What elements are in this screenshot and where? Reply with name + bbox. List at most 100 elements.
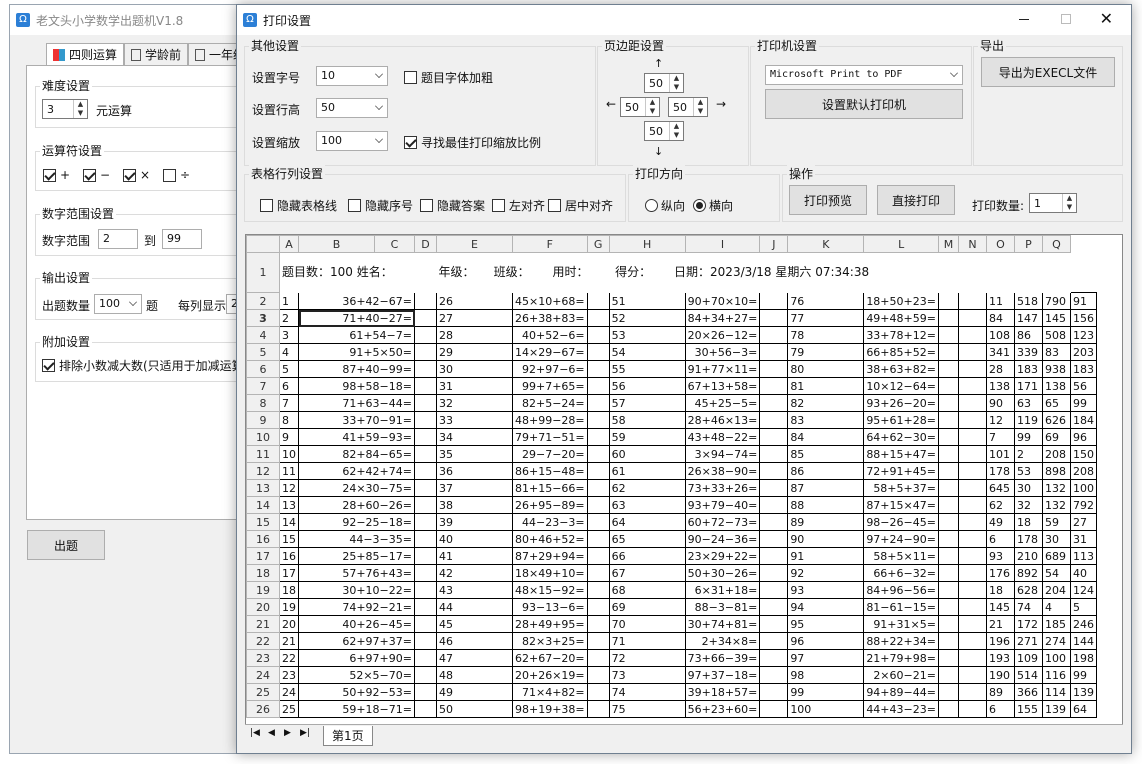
table-cell[interactable] xyxy=(957,445,987,463)
table-cell[interactable]: 91+77×11= xyxy=(684,360,761,378)
table-cell[interactable]: 208 xyxy=(1041,445,1071,463)
table-cell[interactable]: 72 xyxy=(608,649,686,667)
row-header[interactable]: 18 xyxy=(246,564,280,582)
table-cell[interactable] xyxy=(937,615,959,633)
table-cell[interactable] xyxy=(414,428,437,446)
table-cell[interactable]: 4 xyxy=(1041,598,1071,616)
table-cell[interactable] xyxy=(586,394,610,412)
table-cell[interactable] xyxy=(759,615,789,633)
table-cell[interactable]: 87+40−99= xyxy=(298,360,415,378)
table-cell[interactable] xyxy=(414,547,437,565)
table-cell[interactable]: 5 xyxy=(1069,598,1097,616)
table-cell[interactable] xyxy=(586,411,610,429)
table-cell[interactable] xyxy=(957,326,987,344)
table-cell[interactable] xyxy=(937,598,959,616)
table-cell[interactable]: 26+38+83= xyxy=(512,309,588,327)
table-cell[interactable] xyxy=(957,700,987,718)
table-cell[interactable] xyxy=(759,700,789,718)
table-cell[interactable]: 98+58−18= xyxy=(298,377,415,395)
table-cell[interactable]: 6 xyxy=(985,700,1015,718)
table-cell[interactable]: 26 xyxy=(436,292,513,310)
table-cell[interactable] xyxy=(759,479,789,497)
table-cell[interactable]: 56 xyxy=(608,377,686,395)
table-cell[interactable] xyxy=(957,411,987,429)
table-cell[interactable] xyxy=(759,649,789,667)
table-cell[interactable] xyxy=(586,632,610,650)
table-cell[interactable]: 56+23+60= xyxy=(684,700,761,718)
table-cell[interactable] xyxy=(957,343,987,361)
table-cell[interactable] xyxy=(414,479,437,497)
table-cell[interactable] xyxy=(586,343,610,361)
table-cell[interactable]: 49 xyxy=(985,513,1015,531)
print-preview-button[interactable]: 打印预览 xyxy=(789,185,867,215)
table-cell[interactable]: 12 xyxy=(985,411,1015,429)
table-cell[interactable]: 81 xyxy=(787,377,865,395)
table-cell[interactable]: 95 xyxy=(787,615,865,633)
table-cell[interactable]: 91 xyxy=(787,547,865,565)
table-cell[interactable]: 99 xyxy=(787,683,865,701)
table-cell[interactable]: 514 xyxy=(1013,666,1043,684)
table-cell[interactable]: 62 xyxy=(608,479,686,497)
table-cell[interactable]: 20 xyxy=(279,615,299,633)
table-cell[interactable]: 53 xyxy=(1013,462,1043,480)
table-cell[interactable] xyxy=(957,360,987,378)
table-cell[interactable]: 80+46+52= xyxy=(512,530,588,548)
table-cell[interactable]: 37 xyxy=(436,479,513,497)
table-cell[interactable] xyxy=(586,445,610,463)
table-cell[interactable] xyxy=(414,615,437,633)
table-cell[interactable]: 132 xyxy=(1041,479,1071,497)
column-header[interactable]: Q xyxy=(1041,235,1071,253)
table-cell[interactable]: 20+26×19= xyxy=(512,666,588,684)
table-cell[interactable]: 78 xyxy=(787,326,865,344)
row-header[interactable]: 24 xyxy=(246,666,280,684)
table-cell[interactable]: 8 xyxy=(279,411,299,429)
table-cell[interactable]: 178 xyxy=(985,462,1015,480)
table-cell[interactable]: 88+15+47= xyxy=(863,445,939,463)
table-cell[interactable]: 93 xyxy=(985,547,1015,565)
table-cell[interactable]: 101 xyxy=(985,445,1015,463)
table-cell[interactable]: 64 xyxy=(608,513,686,531)
table-cell[interactable]: 69 xyxy=(608,598,686,616)
table-cell[interactable]: 43 xyxy=(436,581,513,599)
table-cell[interactable] xyxy=(586,598,610,616)
table-cell[interactable] xyxy=(759,513,789,531)
table-cell[interactable]: 28+60−26= xyxy=(298,496,415,514)
row-header[interactable]: 14 xyxy=(246,496,280,514)
table-cell[interactable]: 54 xyxy=(1041,564,1071,582)
table-cell[interactable]: 99 xyxy=(1069,394,1097,412)
table-cell[interactable]: 98+19+38= xyxy=(512,700,588,718)
table-cell[interactable]: 48 xyxy=(436,666,513,684)
table-cell[interactable] xyxy=(586,683,610,701)
table-cell[interactable]: 73 xyxy=(608,666,686,684)
table-cell[interactable] xyxy=(759,445,789,463)
table-cell[interactable] xyxy=(759,632,789,650)
table-cell[interactable] xyxy=(759,326,789,344)
table-cell[interactable]: 98 xyxy=(787,666,865,684)
column-header[interactable]: F xyxy=(512,235,588,253)
scale-dropdown[interactable]: 100 xyxy=(316,131,388,151)
table-cell[interactable] xyxy=(937,547,959,565)
table-cell[interactable] xyxy=(957,377,987,395)
table-cell[interactable]: 178 xyxy=(1013,530,1043,548)
table-cell[interactable] xyxy=(414,343,437,361)
table-cell[interactable]: 33 xyxy=(436,411,513,429)
table-cell[interactable] xyxy=(937,496,959,514)
table-cell[interactable]: 204 xyxy=(1041,581,1071,599)
table-cell[interactable]: 99 xyxy=(1069,666,1097,684)
table-cell[interactable] xyxy=(414,564,437,582)
table-cell[interactable]: 30 xyxy=(436,360,513,378)
row-header[interactable]: 13 xyxy=(246,479,280,497)
table-cell[interactable]: 36 xyxy=(436,462,513,480)
table-cell[interactable]: 97+24−90= xyxy=(863,530,939,548)
table-cell[interactable]: 88−3−81= xyxy=(684,598,761,616)
best-fit-checkbox[interactable]: 寻找最佳打印缩放比例 xyxy=(404,134,541,151)
table-cell[interactable]: 892 xyxy=(1013,564,1043,582)
table-cell[interactable]: 210 xyxy=(1013,547,1043,565)
table-cell[interactable]: 98−26−45= xyxy=(863,513,939,531)
column-header[interactable]: M xyxy=(937,235,959,253)
table-cell[interactable]: 21 xyxy=(985,615,1015,633)
table-cell[interactable]: 339 xyxy=(1013,343,1043,361)
table-cell[interactable]: 99+7+65= xyxy=(512,377,588,395)
table-cell[interactable] xyxy=(957,394,987,412)
table-cell[interactable]: 39+18+57= xyxy=(684,683,761,701)
